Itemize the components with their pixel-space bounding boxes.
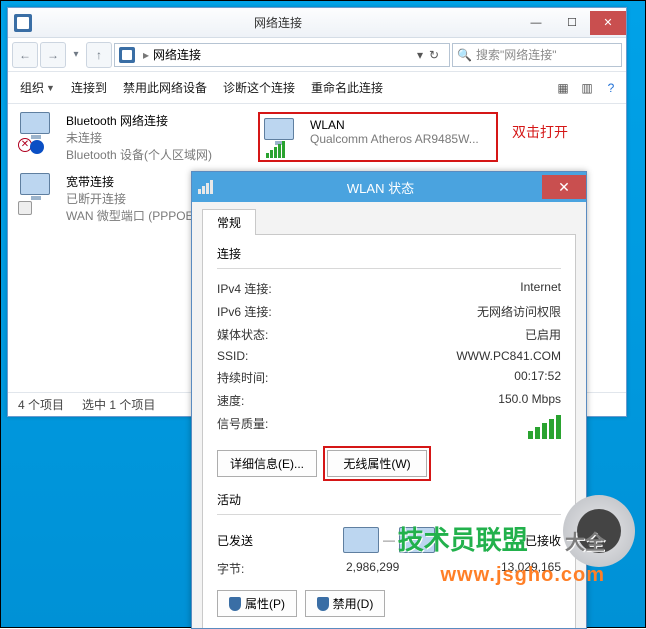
broadband-adapter-icon xyxy=(18,173,58,211)
item-count-label: 4 个项目 xyxy=(18,396,64,413)
duration-label: 持续时间: xyxy=(217,369,268,386)
watermark-text-2: www.jsgho.com xyxy=(441,564,606,587)
search-placeholder: 搜索"网络连接" xyxy=(476,46,557,63)
maximize-button[interactable]: ☐ xyxy=(554,11,590,35)
close-button[interactable]: ✕ xyxy=(590,11,626,35)
details-button[interactable]: 详细信息(E)... xyxy=(217,450,317,477)
speed-label: 速度: xyxy=(217,392,244,409)
wlan-status-dialog: WLAN 状态 ✕ 常规 连接 IPv4 连接: Internet IPv6 连接… xyxy=(191,171,587,629)
dialog-close-button[interactable]: ✕ xyxy=(542,175,586,199)
address-bar[interactable]: ▸ 网络连接 ▾ ↻ xyxy=(114,43,450,67)
nav-up-button[interactable]: ↑ xyxy=(86,42,112,68)
signal-quality-icon xyxy=(528,415,561,439)
tab-strip: 常规 xyxy=(202,208,576,235)
plug-overlay-icon xyxy=(18,201,32,215)
shield-icon xyxy=(317,597,329,611)
ipv4-value: Internet xyxy=(520,280,561,297)
wlan-item-highlight: WLAN Qualcomm Atheros AR9485W... xyxy=(258,112,498,162)
connection-name: WLAN xyxy=(310,118,479,132)
connection-status: 已断开连接 xyxy=(66,190,198,207)
refresh-button[interactable]: ↻ xyxy=(423,48,445,62)
properties-button[interactable]: 属性(P) xyxy=(217,590,297,617)
ssid-value: WWW.PC841.COM xyxy=(456,349,561,363)
connection-device: WAN 微型端口 (PPPOE) xyxy=(66,207,198,224)
dialog-title: WLAN 状态 xyxy=(219,178,542,197)
rename-button[interactable]: 重命名此连接 xyxy=(305,77,389,98)
bluetooth-adapter-icon: ✕ xyxy=(18,112,58,150)
bytes-label: 字节: xyxy=(217,560,244,577)
activity-group-label: 活动 xyxy=(217,491,561,508)
media-state-value: 已启用 xyxy=(525,326,561,343)
shield-icon xyxy=(229,597,241,611)
ipv6-label: IPv6 连接: xyxy=(217,303,272,320)
signal-quality-label: 信号质量: xyxy=(217,415,268,439)
ssid-label: SSID: xyxy=(217,349,248,363)
media-state-label: 媒体状态: xyxy=(217,326,268,343)
dialog-titlebar[interactable]: WLAN 状态 ✕ xyxy=(192,172,586,202)
address-location-icon xyxy=(119,47,135,63)
bluetooth-overlay-icon xyxy=(30,140,44,154)
connection-item-bluetooth[interactable]: ✕ Bluetooth 网络连接 未连接 Bluetooth 设备(个人区域网) xyxy=(18,112,238,163)
wlan-adapter-icon xyxy=(262,118,302,156)
wireless-properties-button[interactable]: 无线属性(W) xyxy=(327,450,427,477)
minimize-button[interactable]: — xyxy=(518,11,554,35)
breadcrumb[interactable]: 网络连接 xyxy=(153,46,201,63)
wifi-signal-icon xyxy=(266,141,285,158)
nav-forward-button[interactable]: → xyxy=(40,42,66,68)
preview-pane-icon[interactable]: ▥ xyxy=(578,81,596,95)
duration-value: 00:17:52 xyxy=(514,369,561,386)
speed-value: 150.0 Mbps xyxy=(498,392,561,409)
selected-count-label: 选中 1 个项目 xyxy=(82,396,155,413)
watermark-text-1: 技术员联盟 大全 xyxy=(398,520,605,557)
diagnose-button[interactable]: 诊断这个连接 xyxy=(217,77,301,98)
explorer-toolbar: 组织▼ 连接到 禁用此网络设备 诊断这个连接 重命名此连接 ▦ ▥ ? xyxy=(8,72,626,104)
connection-name: Bluetooth 网络连接 xyxy=(66,112,212,129)
help-icon[interactable]: ? xyxy=(602,81,620,95)
tab-general[interactable]: 常规 xyxy=(202,209,256,235)
explorer-navbar: ← → ▾ ↑ ▸ 网络连接 ▾ ↻ 🔍 搜索"网络连接" xyxy=(8,38,626,72)
nav-history-dropdown[interactable]: ▾ xyxy=(68,49,84,60)
connection-device: Qualcomm Atheros AR9485W... xyxy=(310,132,479,146)
disable-device-button[interactable]: 禁用此网络设备 xyxy=(117,77,213,98)
double-click-annotation: 双击打开 xyxy=(512,122,568,142)
connection-device: Bluetooth 设备(个人区域网) xyxy=(66,146,212,163)
connection-item-wlan[interactable]: WLAN Qualcomm Atheros AR9485W... xyxy=(262,118,482,156)
organize-menu[interactable]: 组织▼ xyxy=(14,77,61,98)
connect-to-button[interactable]: 连接到 xyxy=(65,77,113,98)
explorer-title: 网络连接 xyxy=(38,14,518,31)
wifi-titlebar-icon xyxy=(198,180,213,194)
sent-label: 已发送 xyxy=(217,532,253,549)
connection-name: 宽带连接 xyxy=(66,173,198,190)
view-options-icon[interactable]: ▦ xyxy=(554,81,572,95)
nav-back-button[interactable]: ← xyxy=(12,42,38,68)
connection-status: 未连接 xyxy=(66,129,212,146)
search-input[interactable]: 🔍 搜索"网络连接" xyxy=(452,43,622,67)
disable-button[interactable]: 禁用(D) xyxy=(305,590,385,617)
explorer-app-icon xyxy=(14,14,32,32)
ipv4-label: IPv4 连接: xyxy=(217,280,272,297)
connection-group-label: 连接 xyxy=(217,245,561,262)
ipv6-value: 无网络访问权限 xyxy=(477,303,561,320)
search-icon: 🔍 xyxy=(457,48,472,62)
explorer-titlebar[interactable]: 网络连接 — ☐ ✕ xyxy=(8,8,626,38)
